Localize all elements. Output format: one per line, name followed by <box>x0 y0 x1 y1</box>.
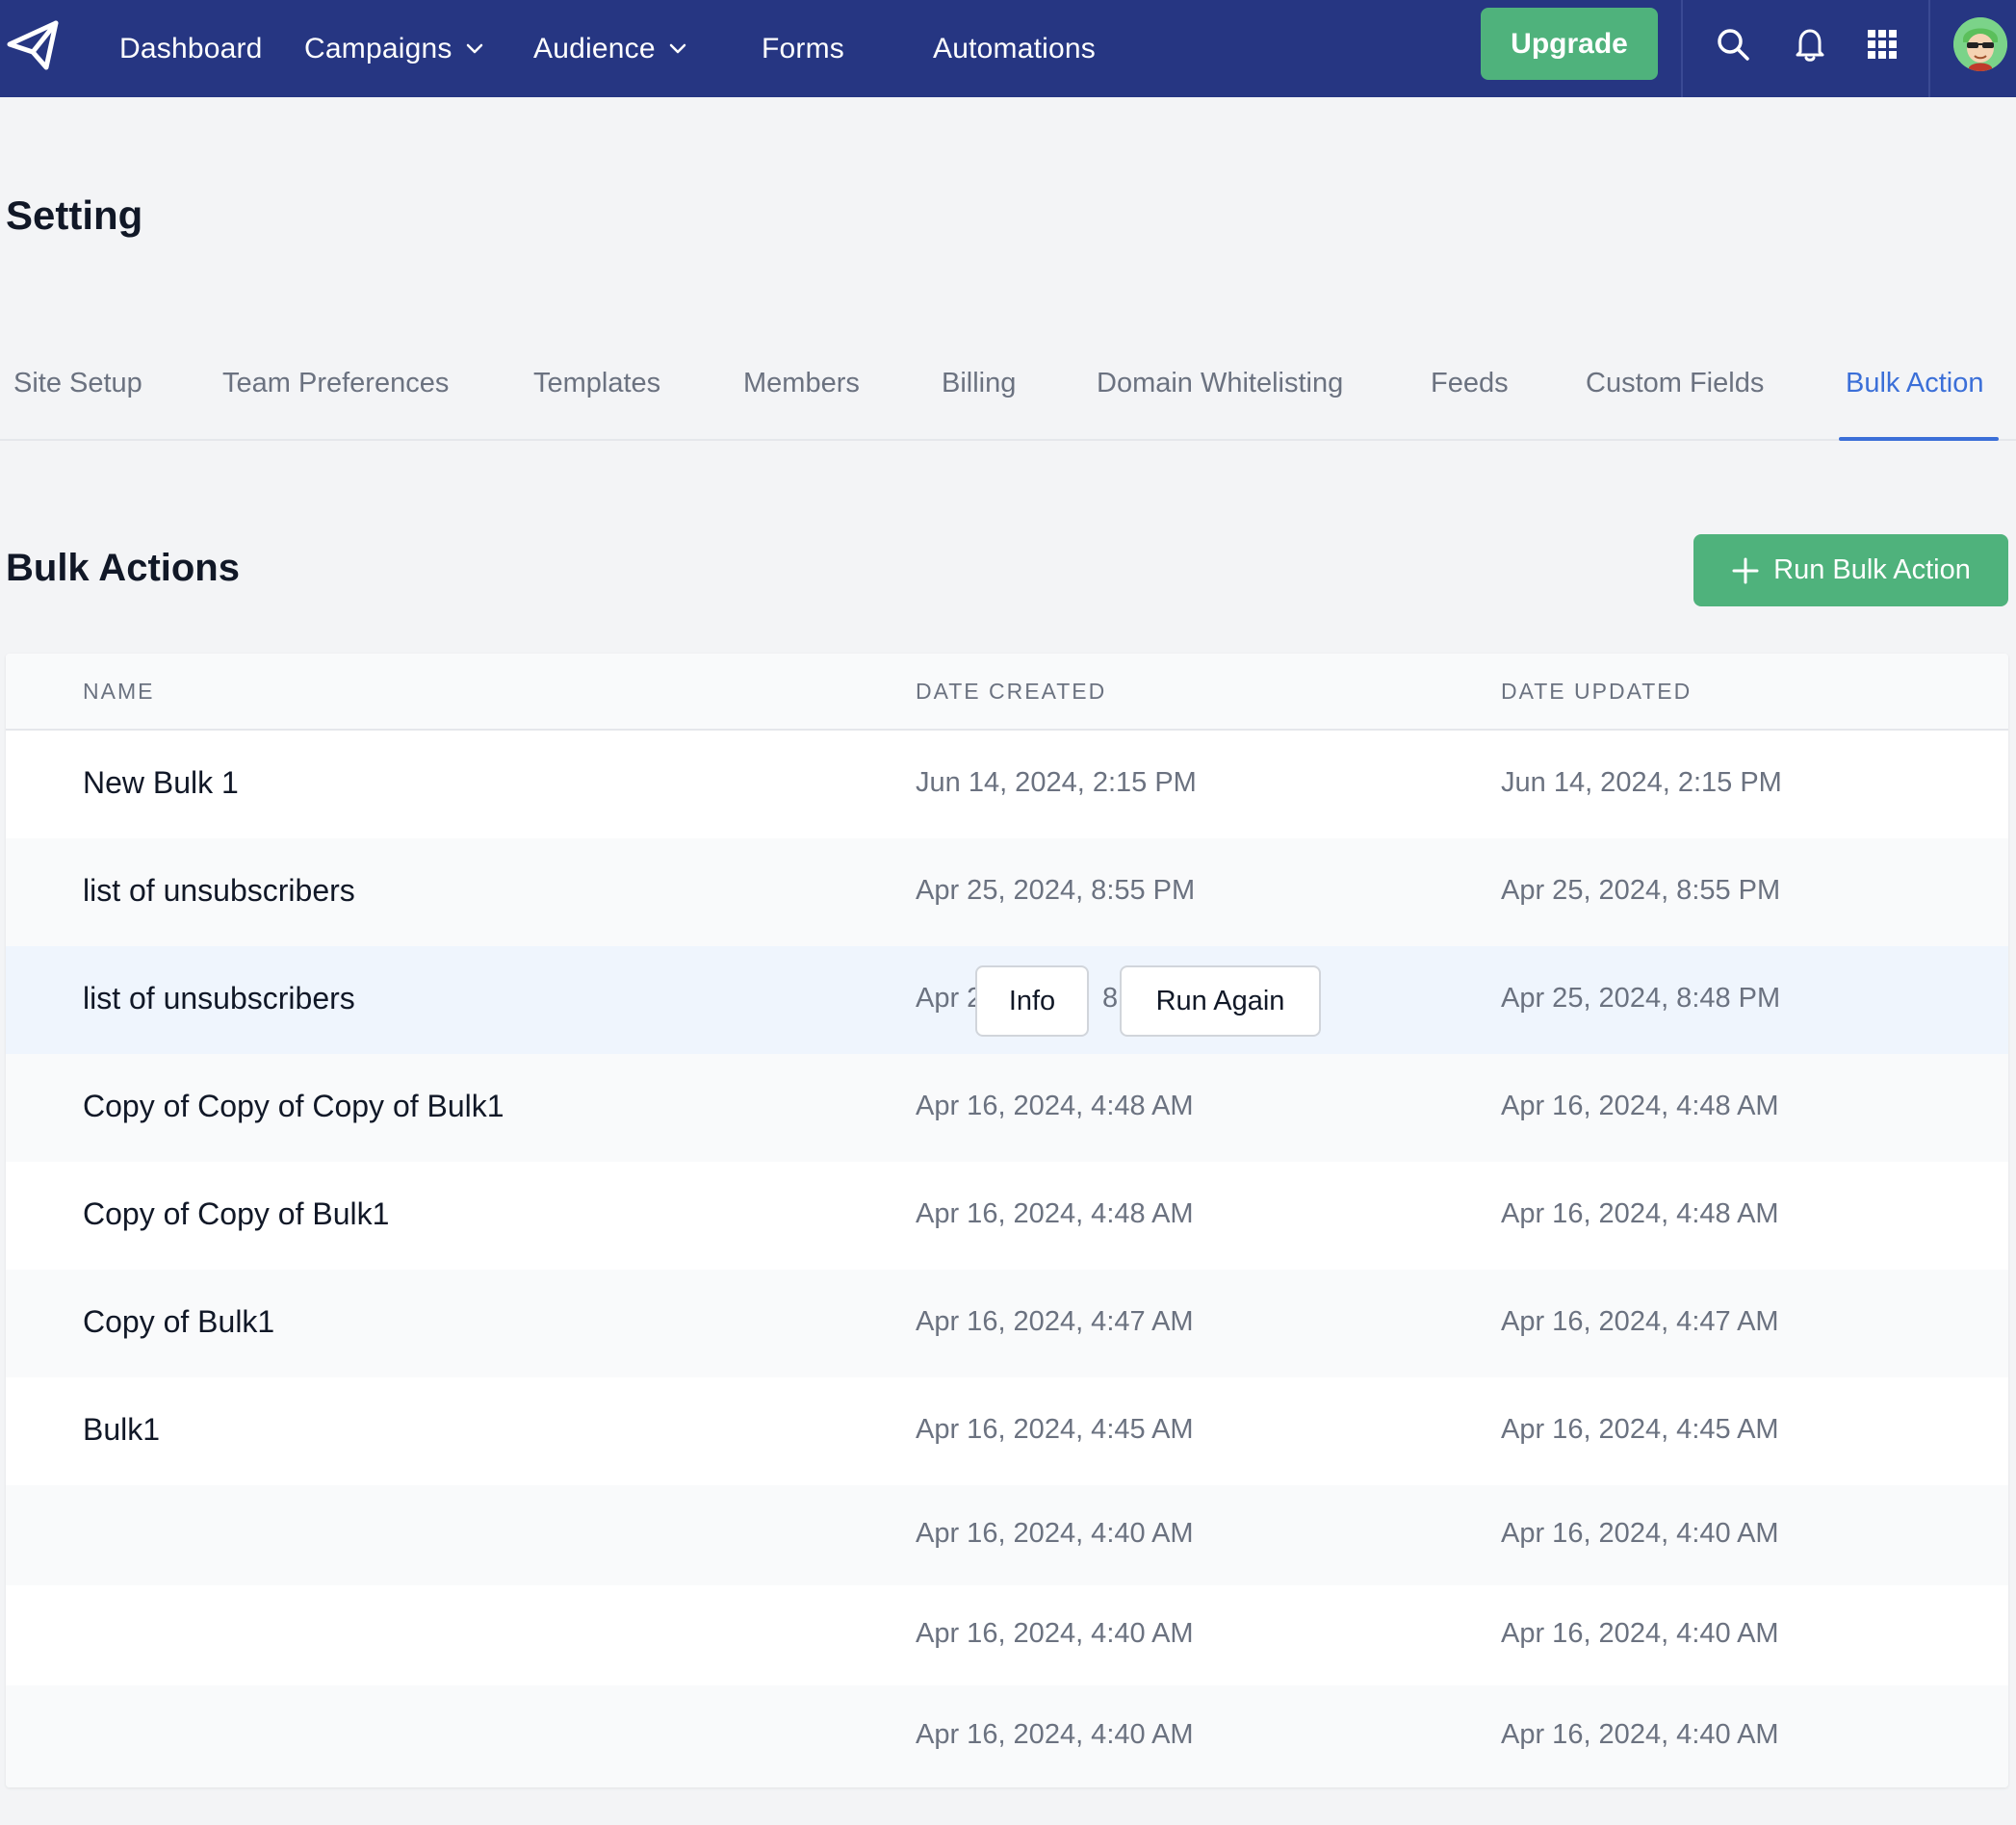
tab-team-preferences[interactable]: Team Preferences <box>222 368 449 399</box>
run-bulk-action-label: Run Bulk Action <box>1773 554 1971 585</box>
chevron-down-icon <box>669 43 685 53</box>
row-date-created: Jun 14, 2024, 2:15 PM <box>916 767 1197 798</box>
section-title: Bulk Actions <box>6 547 240 589</box>
row-date-updated: Apr 16, 2024, 4:40 AM <box>1501 1719 1779 1750</box>
settings-tabs: Site Setup Team Preferences Templates Me… <box>0 347 2016 441</box>
nav-automations-label: Automations <box>933 32 1096 64</box>
nav-forms-label: Forms <box>762 32 844 64</box>
search-icon[interactable] <box>1714 25 1752 64</box>
table-row[interactable]: Copy of Copy of Bulk1 Apr 16, 2024, 4:48 … <box>6 1162 2008 1270</box>
tab-templates[interactable]: Templates <box>533 368 660 399</box>
apps-grid-icon[interactable] <box>1863 25 1901 64</box>
nav-campaigns[interactable]: Campaigns <box>304 0 483 97</box>
column-header-date-created[interactable]: DATE CREATED <box>916 679 1106 705</box>
row-date-updated: Apr 16, 2024, 4:48 AM <box>1501 1198 1779 1229</box>
top-navigation-bar: Dashboard Campaigns Audience Forms Autom… <box>0 0 2016 97</box>
table-header: NAME DATE CREATED DATE UPDATED <box>6 654 2008 731</box>
row-date-updated: Apr 16, 2024, 4:47 AM <box>1501 1306 1779 1337</box>
nav-audience-label: Audience <box>533 32 656 64</box>
tab-feeds[interactable]: Feeds <box>1431 368 1509 399</box>
row-date-updated: Apr 16, 2024, 4:40 AM <box>1501 1518 1779 1549</box>
row-name: list of unsubscribers <box>83 981 355 1015</box>
row-date-created: Apr 16, 2024, 4:48 AM <box>916 1091 1194 1121</box>
upgrade-button-label: Upgrade <box>1511 27 1628 60</box>
row-date-created: Apr 16, 2024, 4:47 AM <box>916 1306 1194 1337</box>
avatar-illustration <box>1953 17 2007 71</box>
row-name: Copy of Copy of Bulk1 <box>83 1196 390 1231</box>
row-date-created: Apr 2 <box>916 983 983 1014</box>
tab-domain-whitelisting[interactable]: Domain Whitelisting <box>1097 368 1343 399</box>
active-tab-indicator <box>1839 437 1999 441</box>
row-date-updated: Apr 16, 2024, 4:48 AM <box>1501 1091 1779 1121</box>
row-date-created: Apr 25, 2024, 8:55 PM <box>916 875 1196 906</box>
row-date-updated: Apr 25, 2024, 8:48 PM <box>1501 983 1781 1014</box>
tab-billing[interactable]: Billing <box>942 368 1016 399</box>
row-name: list of unsubscribers <box>83 873 355 908</box>
table-row[interactable]: Copy of Copy of Copy of Bulk1 Apr 16, 202… <box>6 1054 2008 1162</box>
row-date-created: Apr 16, 2024, 4:45 AM <box>916 1414 1194 1445</box>
tab-bulk-action[interactable]: Bulk Action <box>1846 368 1983 399</box>
bell-icon[interactable] <box>1791 25 1829 64</box>
row-date-updated: Apr 25, 2024, 8:55 PM <box>1501 875 1781 906</box>
table-row[interactable]: Apr 16, 2024, 4:40 AM Apr 16, 2024, 4:40 … <box>6 1485 2008 1585</box>
nav-campaigns-label: Campaigns <box>304 32 452 64</box>
chevron-down-icon <box>466 43 482 53</box>
nav-divider <box>1681 0 1683 97</box>
tab-site-setup[interactable]: Site Setup <box>13 368 142 399</box>
upgrade-button[interactable]: Upgrade <box>1481 8 1658 80</box>
row-date-created: Apr 16, 2024, 4:40 AM <box>916 1618 1194 1649</box>
table-row[interactable]: Copy of Bulk1 Apr 16, 2024, 4:47 AM Apr 16… <box>6 1270 2008 1377</box>
paper-plane-logo-icon[interactable] <box>4 15 62 73</box>
nav-dashboard-label: Dashboard <box>119 32 263 64</box>
info-button[interactable]: Info <box>975 965 1089 1037</box>
page-title: Setting <box>6 193 143 238</box>
row-name: New Bulk 1 <box>83 765 239 800</box>
column-header-date-updated[interactable]: DATE UPDATED <box>1501 679 1692 705</box>
row-name: Copy of Bulk1 <box>83 1304 275 1339</box>
tab-members[interactable]: Members <box>743 368 860 399</box>
row-name: Copy of Copy of Copy of Bulk1 <box>83 1089 504 1123</box>
nav-divider <box>1928 0 1930 97</box>
column-header-name[interactable]: NAME <box>83 679 154 705</box>
row-date-created: Apr 16, 2024, 4:48 AM <box>916 1198 1194 1229</box>
plus-icon <box>1732 557 1759 583</box>
row-date-updated: Apr 16, 2024, 4:40 AM <box>1501 1618 1779 1649</box>
table-row[interactable]: Apr 16, 2024, 4:40 AM Apr 16, 2024, 4:40 … <box>6 1685 2008 1787</box>
tab-custom-fields[interactable]: Custom Fields <box>1586 368 1764 399</box>
nav-automations[interactable]: Automations <box>933 0 1096 97</box>
nav-audience[interactable]: Audience <box>533 0 686 97</box>
table-row[interactable]: list of unsubscribers Apr 25, 2024, 8:55 … <box>6 838 2008 946</box>
nav-dashboard[interactable]: Dashboard <box>119 0 263 97</box>
table-row[interactable]: New Bulk 1 Jun 14, 2024, 2:15 PM Jun 14, 2… <box>6 731 2008 838</box>
table-row[interactable]: Bulk1 Apr 16, 2024, 4:45 AM Apr 16, 2024, … <box>6 1377 2008 1485</box>
bulk-actions-table: NAME DATE CREATED DATE UPDATED New Bulk … <box>6 654 2008 1787</box>
table-row[interactable]: list of unsubscribers Apr 2 8: Apr 25, 2024… <box>6 946 2008 1054</box>
row-date-updated: Apr 16, 2024, 4:45 AM <box>1501 1414 1779 1445</box>
run-bulk-action-button[interactable]: Run Bulk Action <box>1693 534 2008 606</box>
row-date-updated: Jun 14, 2024, 2:15 PM <box>1501 767 1782 798</box>
run-again-button[interactable]: Run Again <box>1120 965 1321 1037</box>
table-row[interactable]: Apr 16, 2024, 4:40 AM Apr 16, 2024, 4:40 … <box>6 1585 2008 1685</box>
row-name: Bulk1 <box>83 1412 161 1447</box>
row-date-created: Apr 16, 2024, 4:40 AM <box>916 1719 1194 1750</box>
avatar[interactable] <box>1953 17 2007 71</box>
nav-forms[interactable]: Forms <box>762 0 844 97</box>
row-date-created: Apr 16, 2024, 4:40 AM <box>916 1518 1194 1549</box>
